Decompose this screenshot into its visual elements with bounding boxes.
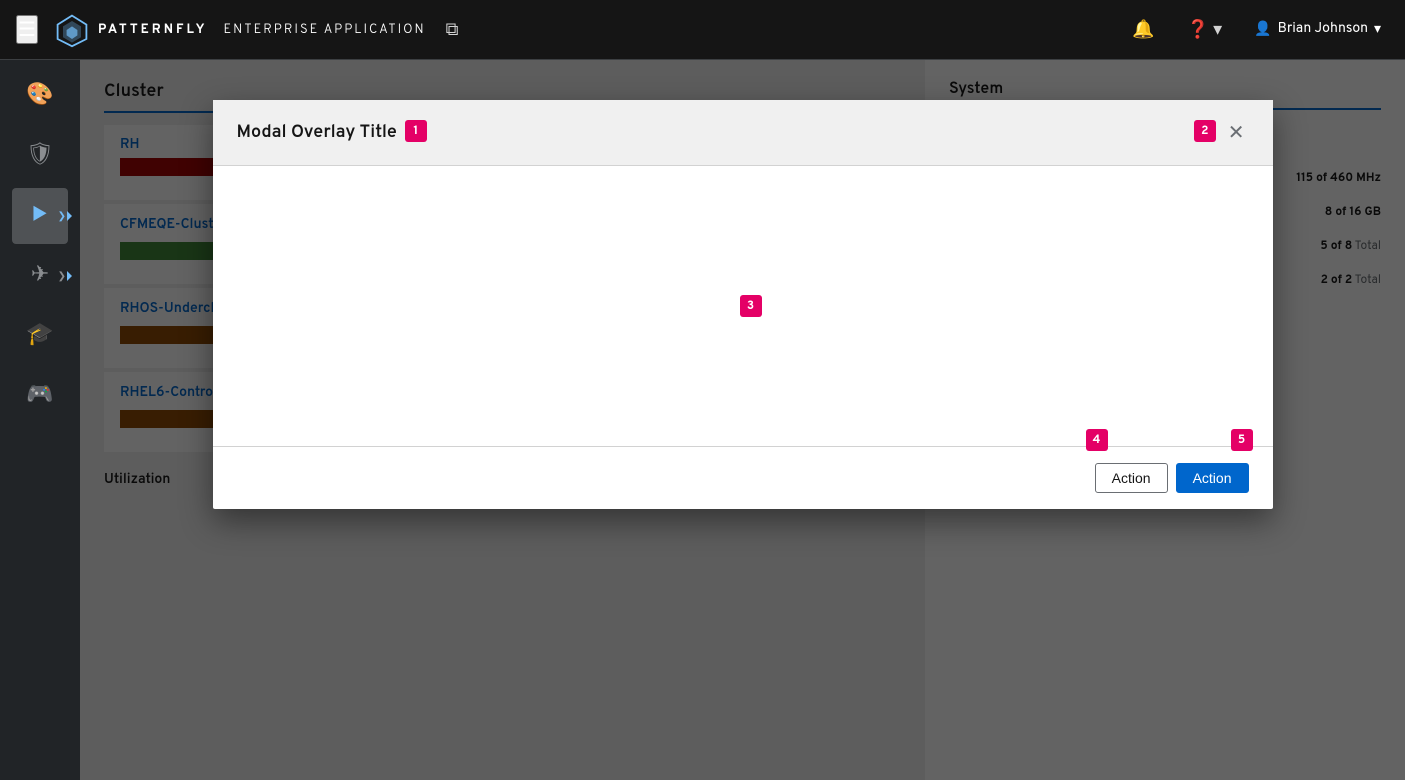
deploy-icon: ✈	[31, 262, 49, 290]
sidebar-item-pipeline[interactable]: ▶ ❯	[12, 188, 68, 244]
help-chevron: ▾	[1213, 19, 1222, 40]
modal-action-primary-button[interactable]: Action	[1176, 463, 1249, 493]
shield-icon: 🛡	[26, 142, 54, 170]
nav-icons: 🔔 ❓ ▾ 👤 Brian Johnson ▾	[1124, 15, 1389, 44]
graduation-icon: 🎓	[26, 322, 53, 350]
bell-icon: 🔔	[1132, 19, 1154, 40]
close-icon: ✕	[1228, 120, 1245, 145]
sidebar-item-deploy[interactable]: ✈ ❯	[12, 248, 68, 304]
arrow-right-icon2: ❯	[58, 270, 66, 283]
palette-icon: 🎨	[26, 82, 53, 110]
hamburger-menu-button[interactable]: ☰	[16, 15, 38, 44]
sidebar: 🎨 🛡 ▶ ❯ ✈ ❯ 🎓 🎮	[0, 60, 80, 780]
sidebar-item-security[interactable]: 🛡	[12, 128, 68, 184]
main-content: Cluster RH CFMEQE-Cluster 100.0 of 200.0…	[80, 60, 1405, 780]
modal-footer: 4 5 Action Action	[213, 446, 1273, 509]
annotation-1: 1	[405, 120, 427, 142]
nav-logo: PATTERNFLY	[54, 12, 208, 48]
app-name: ENTERPRISE APPLICATION	[224, 22, 426, 38]
arrow-right-icon: ❯	[58, 210, 66, 223]
modal-dialog: Modal Overlay Title 1 2 ✕ 3 4 5 Action	[213, 100, 1273, 509]
modal-body: 3	[213, 166, 1273, 446]
user-icon: 👤	[1254, 21, 1271, 39]
gamepad-icon: 🎮	[26, 382, 53, 410]
help-button[interactable]: ❓ ▾	[1179, 15, 1230, 44]
external-link-icon: ⧉	[446, 19, 459, 40]
user-menu[interactable]: 👤 Brian Johnson ▾	[1246, 17, 1389, 43]
logo-text: PATTERNFLY	[98, 22, 208, 38]
help-icon: ❓	[1187, 19, 1209, 40]
annotation-5: 5	[1231, 429, 1253, 451]
user-chevron: ▾	[1374, 21, 1381, 39]
annotation-3: 3	[740, 295, 762, 317]
modal-title: Modal Overlay Title	[237, 121, 397, 144]
sidebar-item-integrations[interactable]: 🎮	[12, 368, 68, 424]
patternfly-logo-icon	[54, 12, 90, 48]
sidebar-item-design[interactable]: 🎨	[12, 68, 68, 124]
pipeline-icon: ▶	[32, 203, 47, 230]
top-navigation: ☰ PATTERNFLY ENTERPRISE APPLICATION ⧉ 🔔 …	[0, 0, 1405, 60]
hamburger-icon: ☰	[18, 19, 36, 41]
annotation-4: 4	[1086, 429, 1108, 451]
modal-close-button[interactable]: ✕	[1224, 116, 1249, 149]
modal-action-secondary-button[interactable]: Action	[1095, 463, 1168, 493]
notifications-button[interactable]: 🔔	[1124, 15, 1162, 44]
annotation-2: 2	[1194, 120, 1216, 142]
sidebar-item-learn[interactable]: 🎓	[12, 308, 68, 364]
external-link-button[interactable]: ⧉	[438, 15, 467, 44]
modal-header: Modal Overlay Title 1 2 ✕	[213, 100, 1273, 166]
user-name: Brian Johnson	[1278, 21, 1368, 38]
modal-backdrop[interactable]: Modal Overlay Title 1 2 ✕ 3 4 5 Action	[80, 60, 1405, 780]
